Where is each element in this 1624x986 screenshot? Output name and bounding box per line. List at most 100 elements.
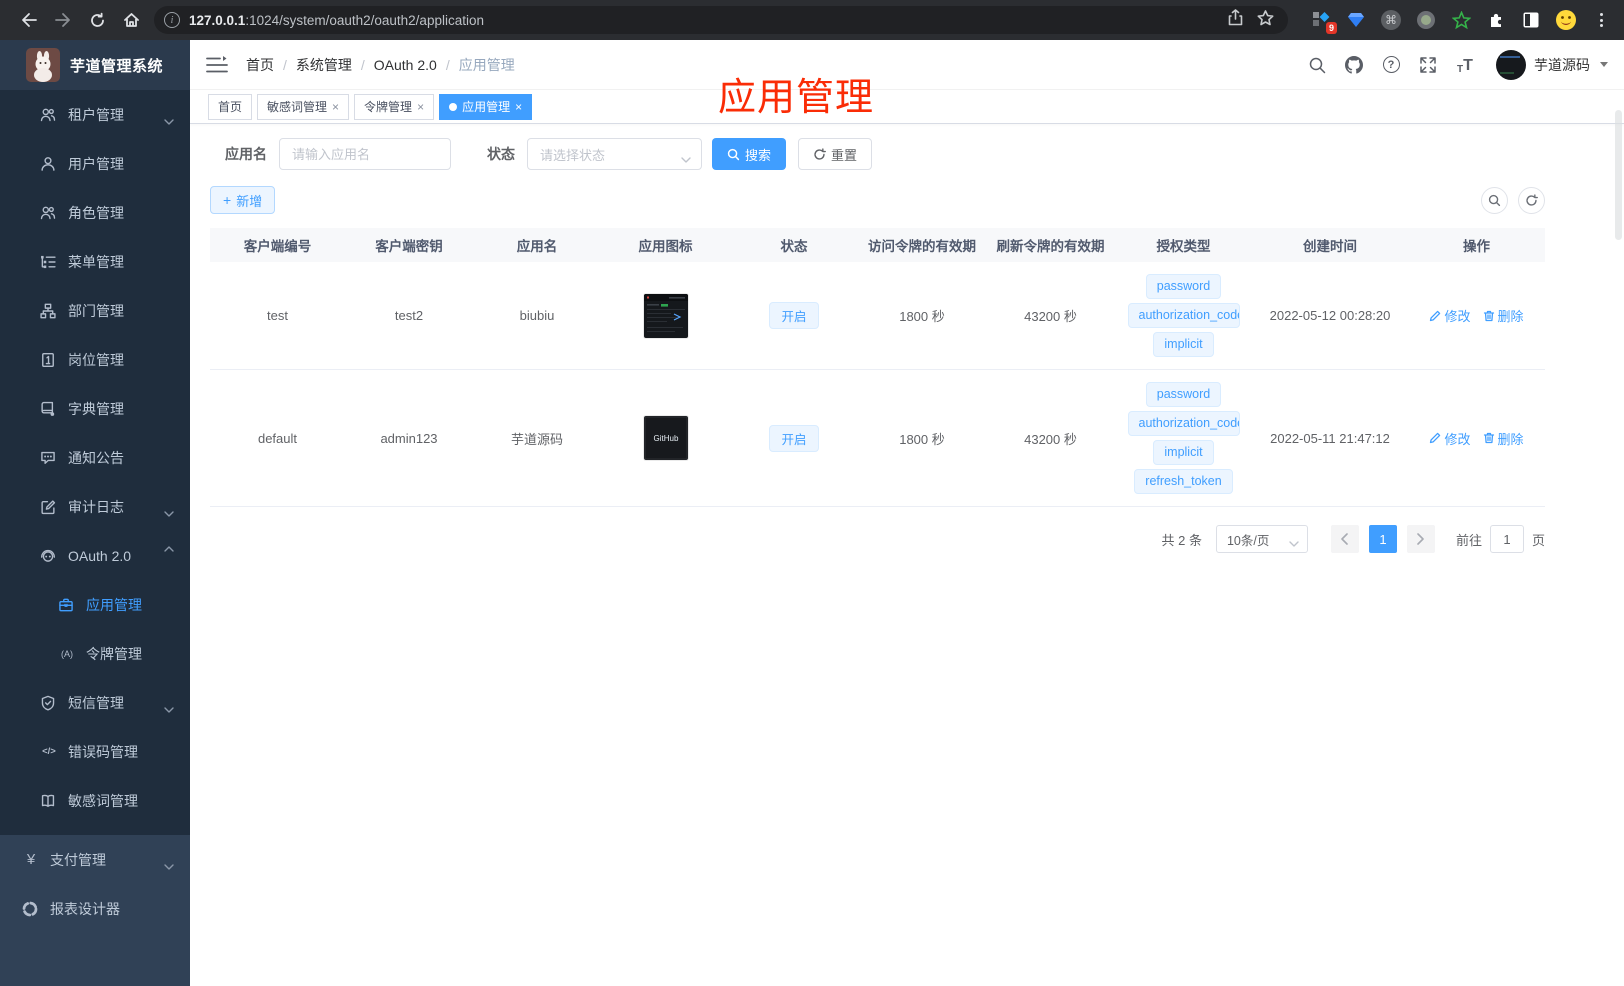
- emoji-profile-icon[interactable]: [1555, 9, 1577, 31]
- chevron-down-icon: [164, 700, 174, 713]
- sidebar-item-dict[interactable]: 字典管理: [0, 384, 190, 433]
- tab-home[interactable]: 首页: [208, 93, 253, 120]
- chevron-right-icon: [1417, 533, 1425, 545]
- star-extension-icon[interactable]: [1450, 9, 1472, 31]
- app-icon-thumbnail: GitHub: [643, 416, 688, 460]
- sidebar-item-dept[interactable]: 部门管理: [0, 286, 190, 335]
- gem-extension-icon[interactable]: [1345, 9, 1367, 31]
- github-icon[interactable]: [1344, 55, 1364, 75]
- home-icon[interactable]: [114, 6, 148, 34]
- logo-avatar: [26, 48, 60, 82]
- chevron-left-icon: [1341, 533, 1349, 545]
- toggle-search-button[interactable]: [1481, 186, 1508, 214]
- goto-page-input[interactable]: [1489, 525, 1524, 553]
- prev-page-button[interactable]: [1330, 525, 1359, 553]
- reset-button[interactable]: 重置: [798, 138, 873, 170]
- breadcrumb-home[interactable]: 首页: [246, 55, 274, 75]
- font-size-icon[interactable]: TT: [1455, 55, 1475, 75]
- page-size-select[interactable]: 10条/页: [1215, 525, 1308, 553]
- command-extension-icon[interactable]: ⌘: [1380, 9, 1402, 31]
- sidebar-item-oauth-token[interactable]: (A) 令牌管理: [0, 629, 190, 678]
- main-area: 应用管理 首页 / 系统管理 / OAuth 2.0 / 应用管理 ? TT 芋…: [190, 40, 1624, 986]
- status-select[interactable]: 请选择状态: [527, 138, 702, 170]
- search-form: 应用名 状态 请选择状态 搜索 重置: [210, 138, 1545, 170]
- shield-check-icon: [40, 695, 56, 711]
- robot-icon: [40, 548, 56, 564]
- edit-button[interactable]: 修改: [1429, 429, 1471, 448]
- sidebar-item-sms[interactable]: 短信管理: [0, 678, 190, 727]
- table-row: default admin123 芋道源码 GitHub 开启 1800 秒 4…: [210, 370, 1545, 507]
- table-row: test test2 biubiu 开启 1800 秒 43200 秒 pass…: [210, 262, 1545, 370]
- site-info-icon[interactable]: i: [164, 12, 180, 28]
- reload-icon[interactable]: [80, 6, 114, 34]
- back-icon[interactable]: [12, 6, 46, 34]
- org-chart-icon: [40, 303, 56, 319]
- note-edit-icon: [40, 499, 56, 515]
- close-icon[interactable]: ×: [417, 101, 424, 113]
- url-text: 127.0.0.1:1024/system/oauth2/oauth2/appl…: [189, 12, 484, 28]
- page-number-active[interactable]: 1: [1368, 525, 1397, 553]
- extension-grid-icon[interactable]: 9: [1310, 9, 1337, 34]
- sidebar-item-sensitive-word[interactable]: 敏感词管理: [0, 776, 190, 825]
- sidebar-item-post[interactable]: 岗位管理: [0, 335, 190, 384]
- breadcrumb: 首页 / 系统管理 / OAuth 2.0 / 应用管理: [246, 55, 515, 75]
- dictionary-icon: [40, 401, 56, 417]
- page-scrollbar[interactable]: [1615, 110, 1622, 240]
- bookmark-star-icon[interactable]: [1257, 9, 1274, 31]
- sidebar-item-user[interactable]: 用户管理: [0, 139, 190, 188]
- share-icon[interactable]: [1228, 9, 1243, 31]
- page-unit-label: 页: [1531, 532, 1545, 548]
- sidebar-item-error-code[interactable]: </> 错误码管理: [0, 727, 190, 776]
- edit-button[interactable]: 修改: [1429, 306, 1471, 325]
- close-icon[interactable]: ×: [515, 101, 522, 113]
- trash-icon: [1483, 310, 1494, 321]
- close-icon[interactable]: ×: [332, 101, 339, 113]
- user-menu[interactable]: 芋道源码: [1496, 49, 1608, 80]
- refresh-icon: [814, 147, 826, 160]
- sidebar-item-oauth[interactable]: OAuth 2.0: [0, 531, 190, 580]
- sidebar-item-audit-log[interactable]: 审计日志: [0, 482, 190, 531]
- table-header-row: 客户端编号 客户端密钥 应用名 应用图标 状态 访问令牌的有效期 刷新令牌的有效…: [210, 228, 1545, 262]
- sidebar-item-menu[interactable]: 菜单管理: [0, 237, 190, 286]
- address-bar[interactable]: i 127.0.0.1:1024/system/oauth2/oauth2/ap…: [154, 6, 1288, 34]
- next-page-button[interactable]: [1406, 525, 1435, 553]
- sidebar-item-notice[interactable]: 通知公告: [0, 433, 190, 482]
- help-icon[interactable]: ?: [1381, 55, 1401, 75]
- breadcrumb-oauth[interactable]: OAuth 2.0: [374, 57, 437, 73]
- add-button[interactable]: + 新增: [210, 186, 276, 214]
- app-logo[interactable]: 芋道管理系统: [0, 40, 190, 90]
- tab-token[interactable]: 令牌管理 ×: [354, 93, 435, 120]
- sidepanel-extension-icon[interactable]: [1520, 9, 1542, 31]
- delete-button[interactable]: 删除: [1483, 429, 1524, 448]
- search-button[interactable]: 搜索: [712, 138, 787, 170]
- caret-down-icon: [1600, 62, 1608, 67]
- search-icon[interactable]: [1307, 55, 1327, 75]
- sidebar-item-report-designer[interactable]: 报表设计器: [0, 884, 190, 933]
- sidebar-item-oauth-application[interactable]: 应用管理: [0, 580, 190, 629]
- app-name-input[interactable]: [279, 138, 451, 170]
- collapse-sidebar-icon[interactable]: [206, 55, 228, 75]
- forward-icon[interactable]: [46, 6, 80, 34]
- roles-icon: [40, 205, 56, 221]
- refresh-icon: [1526, 193, 1538, 206]
- breadcrumb-system[interactable]: 系统管理: [296, 55, 352, 75]
- chevron-down-icon: [1289, 536, 1299, 547]
- record-extension-icon[interactable]: [1415, 9, 1437, 31]
- delete-button[interactable]: 删除: [1483, 306, 1524, 325]
- token-icon: (A): [61, 648, 73, 659]
- app-name-label: 应用名: [225, 146, 267, 162]
- sidebar-item-pay[interactable]: ¥ 支付管理: [0, 835, 190, 884]
- refresh-table-button[interactable]: [1518, 186, 1545, 214]
- tab-application[interactable]: 应用管理 ×: [439, 93, 533, 120]
- chevron-down-icon: [681, 151, 691, 163]
- message-icon: [40, 450, 56, 466]
- chevron-up-icon: [164, 545, 174, 559]
- search-icon: [727, 148, 740, 160]
- tab-sensitive-word[interactable]: 敏感词管理 ×: [257, 93, 350, 120]
- browser-menu-icon[interactable]: [1590, 9, 1612, 31]
- username: 芋道源码: [1534, 56, 1590, 73]
- puzzle-extension-icon[interactable]: [1485, 9, 1507, 31]
- sidebar-item-role[interactable]: 角色管理: [0, 188, 190, 237]
- sidebar-item-tenant[interactable]: 租户管理: [0, 90, 190, 139]
- fullscreen-icon[interactable]: [1418, 55, 1438, 75]
